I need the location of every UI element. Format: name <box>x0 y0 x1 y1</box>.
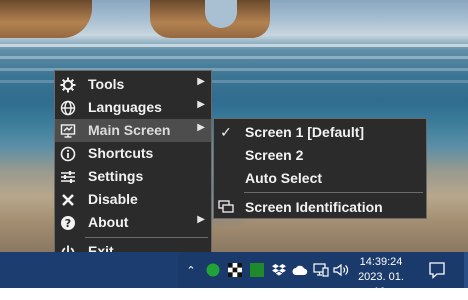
chevron-right-icon: ▶ <box>197 76 205 87</box>
sliders-icon <box>59 168 76 185</box>
monitor-icon <box>59 122 76 139</box>
submenu-item-screen-1[interactable]: ✓ Screen 1 [Default] <box>214 121 426 144</box>
menu-separator <box>244 192 423 193</box>
submenu-item-label: Screen 2 <box>245 147 304 163</box>
chevron-up-icon[interactable]: ⌃ <box>184 261 198 279</box>
menu-item-main-screen[interactable]: Main Screen ▶ <box>55 119 211 142</box>
menu-item-about[interactable]: ? About ▶ <box>55 211 211 234</box>
show-desktop-button[interactable] <box>464 252 468 288</box>
menu-item-label: Disable <box>88 191 138 207</box>
clock-date: 2023. 01. 10. <box>358 271 404 298</box>
notification-icon[interactable] <box>428 261 446 279</box>
green-square-icon[interactable] <box>250 261 264 279</box>
submenu-item-screen-identification[interactable]: Screen Identification <box>214 196 426 219</box>
speaker-icon[interactable] <box>333 261 349 279</box>
checker-icon[interactable] <box>228 261 242 279</box>
menu-item-label: Main Screen <box>88 122 171 138</box>
menu-item-disable[interactable]: Disable <box>55 188 211 211</box>
taskbar-clock[interactable]: 14:39:24 2023. 01. 10. <box>352 255 410 300</box>
clock-time: 14:39:24 <box>359 256 403 268</box>
globe-icon <box>59 99 76 116</box>
network-icon[interactable] <box>313 261 329 279</box>
chevron-right-icon: ▶ <box>197 99 205 110</box>
menu-item-tools[interactable]: Tools ▶ <box>55 73 211 96</box>
tray-context-menu: Tools ▶ Languages ▶ Main Screen ▶ Shortc… <box>54 70 212 265</box>
dropbox-icon[interactable] <box>272 261 286 279</box>
menu-item-shortcuts[interactable]: Shortcuts <box>55 142 211 165</box>
submenu-item-screen-2[interactable]: Screen 2 <box>214 144 426 167</box>
submenu-item-label: Auto Select <box>245 170 323 186</box>
wallpaper-rock <box>0 0 92 38</box>
submenu-item-label: Screen 1 [Default] <box>245 124 365 140</box>
menu-item-languages[interactable]: Languages ▶ <box>55 96 211 119</box>
wallpaper-rock-arch <box>150 0 270 38</box>
question-icon: ? <box>59 214 76 231</box>
menu-item-settings[interactable]: Settings <box>55 165 211 188</box>
x-icon <box>59 191 76 208</box>
chevron-right-icon: ▶ <box>197 122 205 133</box>
gear-icon <box>59 76 76 93</box>
menu-item-label: Shortcuts <box>88 145 154 161</box>
menu-separator <box>85 237 208 238</box>
cloud-icon[interactable] <box>292 261 308 279</box>
chevron-right-icon: ▶ <box>197 214 205 225</box>
submenu-item-auto-select[interactable]: Auto Select <box>214 167 426 190</box>
menu-item-label: Languages <box>88 99 162 115</box>
menu-item-label: About <box>88 214 129 230</box>
green-status-icon[interactable] <box>206 261 220 279</box>
svg-text:?: ? <box>64 217 70 230</box>
checkmark-icon: ✓ <box>220 123 232 140</box>
info-icon <box>59 145 76 162</box>
taskbar: ⌃ 14:39:24 2023. 01. 10. <box>0 252 468 298</box>
menu-item-label: Tools <box>88 76 125 92</box>
menu-item-label: Settings <box>88 168 144 184</box>
submenu-item-label: Screen Identification <box>245 199 383 215</box>
main-screen-submenu: ✓ Screen 1 [Default] Screen 2 Auto Selec… <box>213 118 427 219</box>
screens-icon <box>218 199 234 215</box>
